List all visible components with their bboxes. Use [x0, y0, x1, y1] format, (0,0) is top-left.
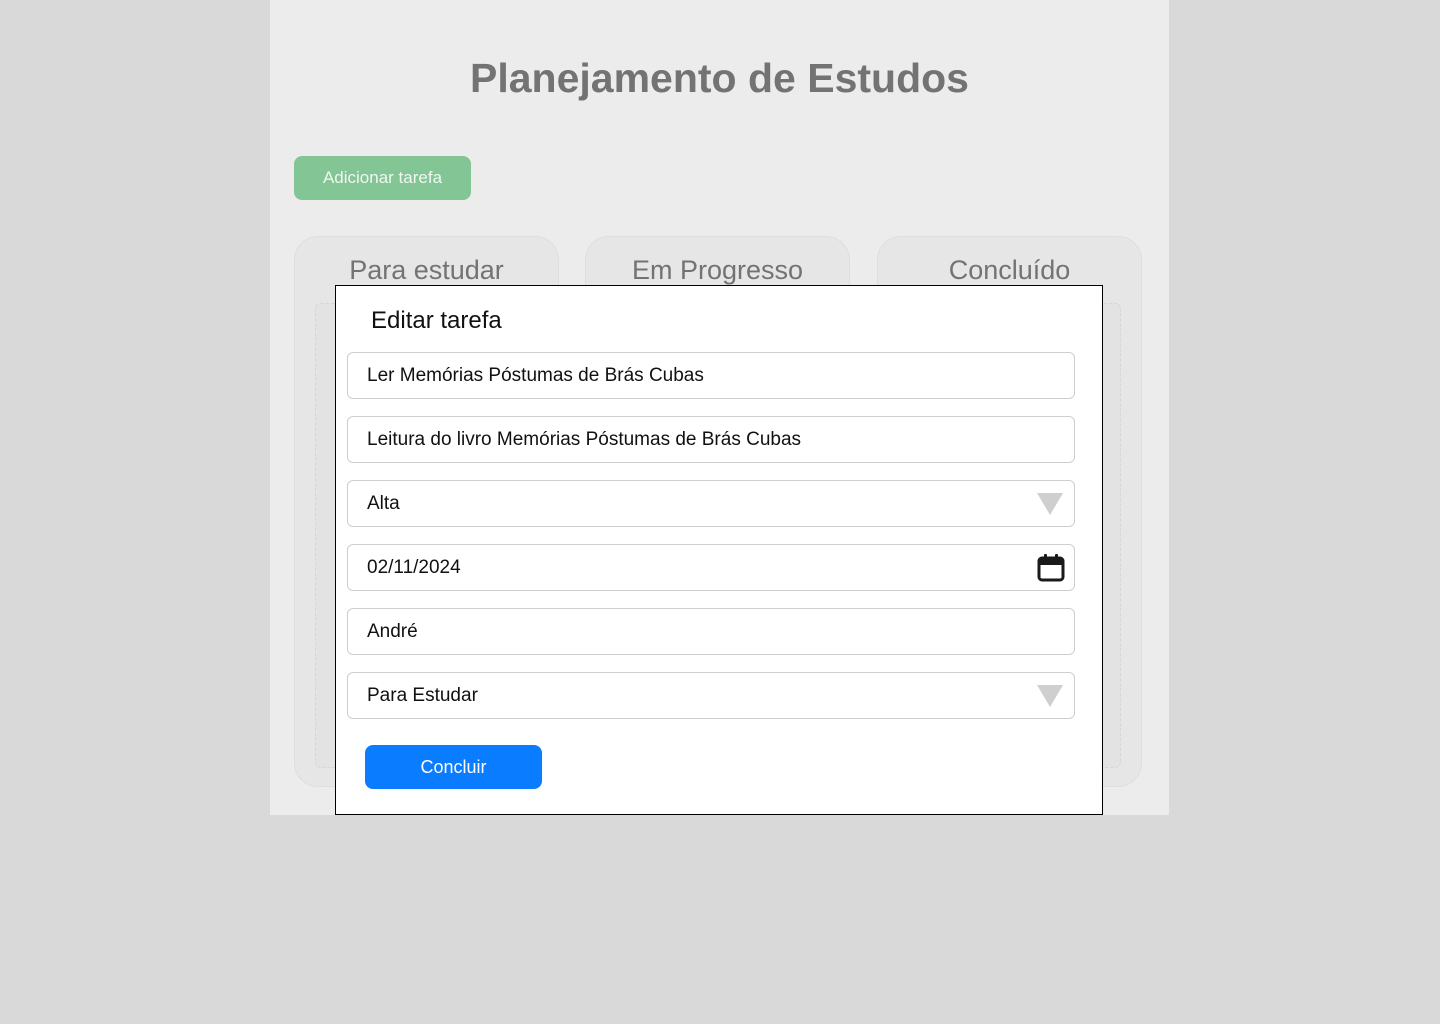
description-field[interactable]: Leitura do livro Memórias Póstumas de Br… [347, 416, 1075, 463]
column-title: Para estudar [349, 255, 504, 285]
responsible-field[interactable]: André [347, 608, 1075, 655]
page-title: Planejamento de Estudos [470, 55, 969, 101]
responsible-value: André [367, 621, 418, 642]
task-name-value: Ler Memórias Póstumas de Brás Cubas [367, 365, 704, 386]
due-date-field[interactable]: 02/11/2024 [347, 544, 1075, 591]
column-title: Em Progresso [631, 255, 804, 285]
edit-task-modal: Editar tarefa Ler Memórias Póstumas de B… [335, 285, 1103, 815]
description-value: Leitura do livro Memórias Póstumas de Br… [367, 429, 802, 450]
chevron-down-icon[interactable] [1037, 493, 1063, 515]
chevron-down-icon[interactable] [1037, 685, 1063, 707]
task-name-field[interactable]: Ler Memórias Póstumas de Brás Cubas [347, 352, 1075, 399]
submit-button[interactable]: Concluir [365, 745, 542, 789]
priority-select[interactable]: Alta [347, 480, 1075, 527]
modal-title: Editar tarefa [371, 307, 502, 334]
status-select[interactable]: Para Estudar [347, 672, 1075, 719]
due-date-value: 02/11/2024 [367, 557, 461, 578]
calendar-icon[interactable] [1036, 553, 1066, 583]
column-title: Concluído [948, 255, 1071, 285]
status-value: Para Estudar [367, 685, 478, 706]
priority-value: Alta [367, 493, 400, 514]
add-task-button[interactable]: Adicionar tarefa [294, 156, 471, 200]
